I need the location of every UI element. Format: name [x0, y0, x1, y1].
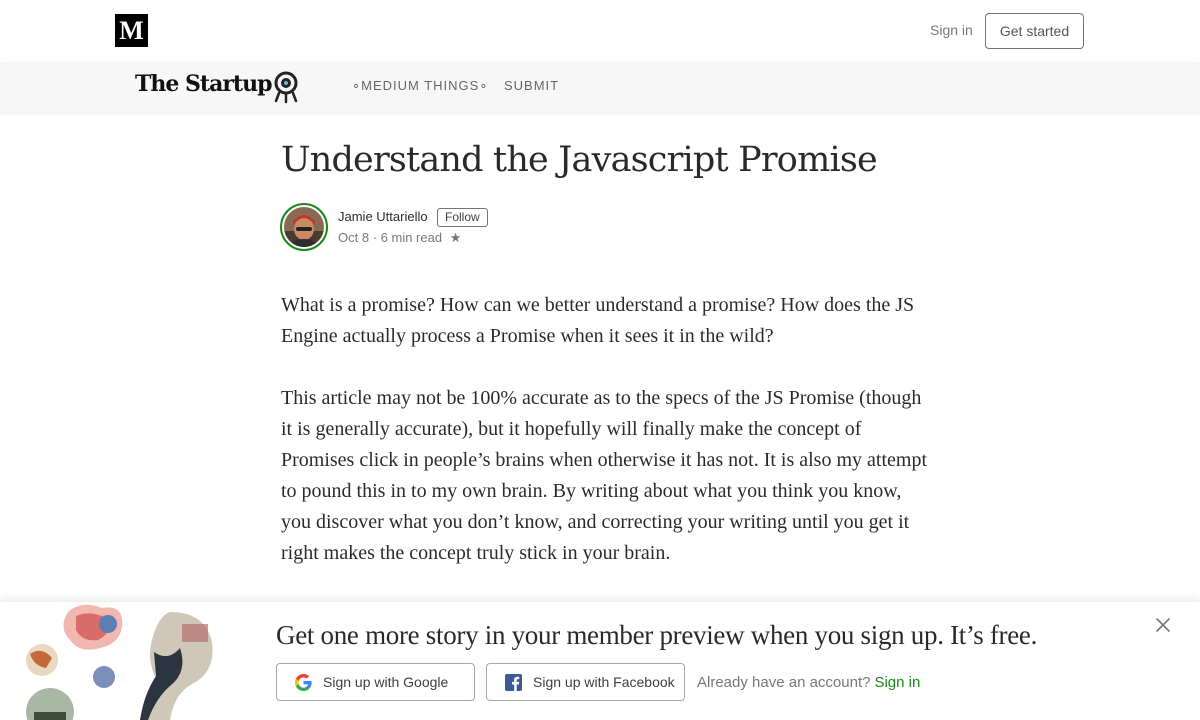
already-have-account: Already have an account? Sign in	[697, 674, 920, 691]
signup-facebook-label: Sign up with Facebook	[533, 674, 675, 690]
signup-google-button[interactable]: Sign up with Google	[276, 663, 475, 701]
close-icon[interactable]	[1154, 616, 1172, 634]
signup-facebook-button[interactable]: Sign up with Facebook	[486, 663, 685, 701]
follow-button[interactable]: Follow	[437, 208, 488, 227]
already-text: Already have an account?	[697, 674, 871, 691]
avatar-photo	[284, 207, 324, 247]
banner-title: Get one more story in your member previe…	[276, 620, 1038, 650]
banner-sign-in-link[interactable]: Sign in	[874, 674, 920, 691]
medium-logo-icon[interactable]: M	[115, 14, 148, 47]
startup-logo-icon	[274, 71, 298, 104]
decorative-illustration	[26, 604, 213, 720]
publish-date: Oct 8	[338, 230, 370, 245]
paragraph-1: What is a promise? How can we better und…	[281, 294, 915, 347]
facebook-icon	[505, 674, 522, 691]
google-icon	[295, 674, 312, 691]
author-name[interactable]: Jamie Uttariello	[338, 209, 428, 224]
publication-bar: The Startup ∘MEDIUM THINGS∘ SUBMIT	[0, 62, 1200, 112]
nav-medium-things[interactable]: ∘MEDIUM THINGS∘	[352, 78, 488, 94]
publication-name[interactable]: The Startup	[135, 71, 272, 97]
get-started-button[interactable]: Get started	[985, 13, 1084, 49]
star-icon: ★	[449, 230, 462, 245]
article-meta: Oct 8 · 6 min read ★	[338, 230, 462, 245]
paragraph-2: This article may not be 100% accurate as…	[281, 387, 928, 564]
read-time: 6 min read	[380, 230, 443, 245]
author-avatar[interactable]	[280, 203, 328, 251]
sign-in-link[interactable]: Sign in	[930, 22, 973, 38]
article-title: Understand the Javascript Promise	[281, 140, 878, 180]
nav-submit[interactable]: SUBMIT	[504, 78, 559, 93]
signup-google-label: Sign up with Google	[323, 674, 449, 690]
signup-banner: Get one more story in your member previe…	[0, 602, 1200, 720]
top-bar: M Sign in Get started	[0, 0, 1200, 62]
